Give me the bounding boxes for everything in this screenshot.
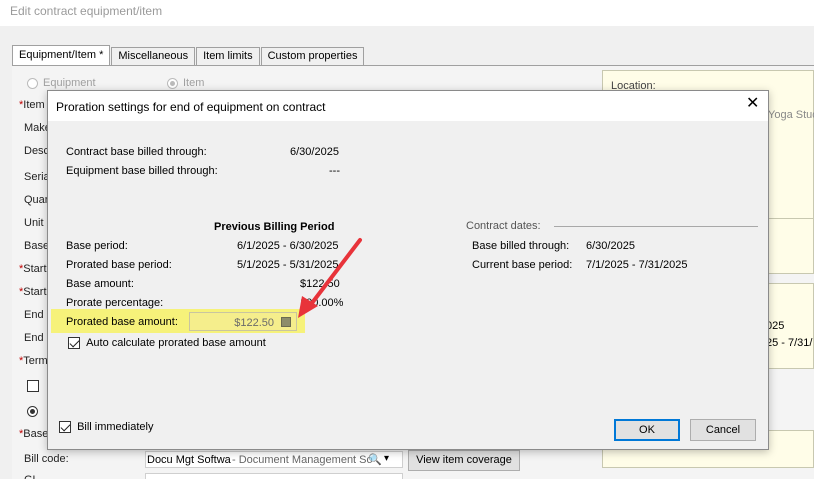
item-label: *Item	[19, 99, 45, 111]
current-base-period-value: 7/1/2025 - 7/31/2025	[586, 259, 688, 271]
bill-code-input[interactable]: Docu Mgt Softwa - Document Management So…	[145, 451, 403, 468]
tab-equipment-item[interactable]: Equipment/Item *	[12, 45, 111, 65]
term-checkbox[interactable]	[27, 380, 39, 393]
previous-billing-header: Previous Billing Period	[214, 221, 335, 233]
serial-label: Seria	[24, 171, 50, 183]
dialog-body: Contract base billed through: 6/30/2025 …	[48, 121, 768, 449]
prorated-amount-label: Prorated base amount:	[66, 316, 178, 328]
term-radio[interactable]	[27, 405, 43, 417]
gl-label: GL	[24, 474, 39, 479]
term-label: *Term	[19, 355, 48, 367]
description-label: Desc	[24, 145, 50, 157]
contract-dates-divider	[554, 226, 758, 227]
equipment-billed-label: Equipment base billed through:	[66, 165, 218, 177]
base-amount-label: Base amount:	[66, 278, 134, 290]
base-amount-value: $122.50	[300, 278, 340, 290]
prorated-period-value: 5/1/2025 - 5/31/2025	[237, 259, 339, 271]
view-item-coverage-button[interactable]: View item coverage	[408, 450, 520, 471]
tab-custom-properties[interactable]: Custom properties	[260, 47, 365, 65]
radio-circle-icon	[27, 77, 38, 89]
contract-billed-label: Contract base billed through:	[66, 146, 207, 158]
tab-miscellaneous[interactable]: Miscellaneous	[111, 47, 196, 65]
checkbox-icon	[68, 337, 80, 350]
bill-code-label: Bill code:	[24, 453, 69, 465]
proration-dialog: Proration settings for end of equipment …	[47, 90, 769, 450]
search-icon[interactable]: 🔍	[368, 453, 382, 466]
start-label-1: *Start	[19, 263, 47, 275]
end-label-2: End	[24, 332, 44, 344]
auto-calc-checkbox[interactable]: Auto calculate prorated base amount	[68, 337, 266, 350]
base-required-label: *Base	[19, 428, 49, 440]
base-period-value: 6/1/2025 - 6/30/2025	[237, 240, 339, 252]
window-title: Edit contract equipment/item	[10, 4, 163, 18]
prorated-amount-input[interactable]: $122.50	[189, 312, 297, 331]
base-billed-through-value: 6/30/2025	[586, 240, 635, 252]
current-base-period-label: Current base period:	[472, 259, 573, 271]
tab-item-limits[interactable]: Item limits	[196, 47, 260, 65]
start-label-2: *Start	[19, 286, 47, 298]
close-icon[interactable]: ✕	[746, 96, 759, 112]
tab-strip: Equipment/Item * Miscellaneous Item limi…	[12, 45, 365, 65]
base-billed-through-label: Base billed through:	[472, 240, 570, 252]
prorated-period-label: Prorated base period:	[66, 259, 172, 271]
prorate-percentage-label: Prorate percentage:	[66, 297, 164, 309]
end-label-1: End	[24, 309, 44, 321]
radio-selected-icon	[167, 77, 178, 89]
equipment-radio[interactable]: Equipment	[27, 77, 96, 89]
calculator-icon[interactable]	[281, 317, 291, 327]
cancel-button[interactable]: Cancel	[690, 419, 756, 441]
dropdown-icon[interactable]: ▾	[384, 453, 389, 464]
bill-immediately-checkbox[interactable]: Bill immediately	[59, 421, 154, 434]
checkbox-icon	[59, 421, 71, 434]
base-label: Base	[24, 240, 50, 252]
item-radio[interactable]: Item	[167, 77, 204, 89]
contract-billed-value: 6/30/2025	[290, 146, 339, 158]
contract-dates-header: Contract dates:	[466, 220, 541, 232]
base-period-label: Base period:	[66, 240, 128, 252]
bill-immediately-label: Bill immediately	[77, 421, 154, 433]
equipment-billed-value: ---	[329, 165, 340, 177]
ok-button[interactable]: OK	[614, 419, 680, 441]
auto-calc-label: Auto calculate prorated base amount	[86, 337, 266, 349]
prorate-percentage-value: 100.00%	[300, 297, 344, 309]
radio-selected-icon	[27, 405, 38, 417]
gl-input[interactable]	[145, 473, 403, 479]
dialog-title: Proration settings for end of equipment …	[56, 100, 326, 114]
unit-label: Unit	[24, 217, 44, 229]
